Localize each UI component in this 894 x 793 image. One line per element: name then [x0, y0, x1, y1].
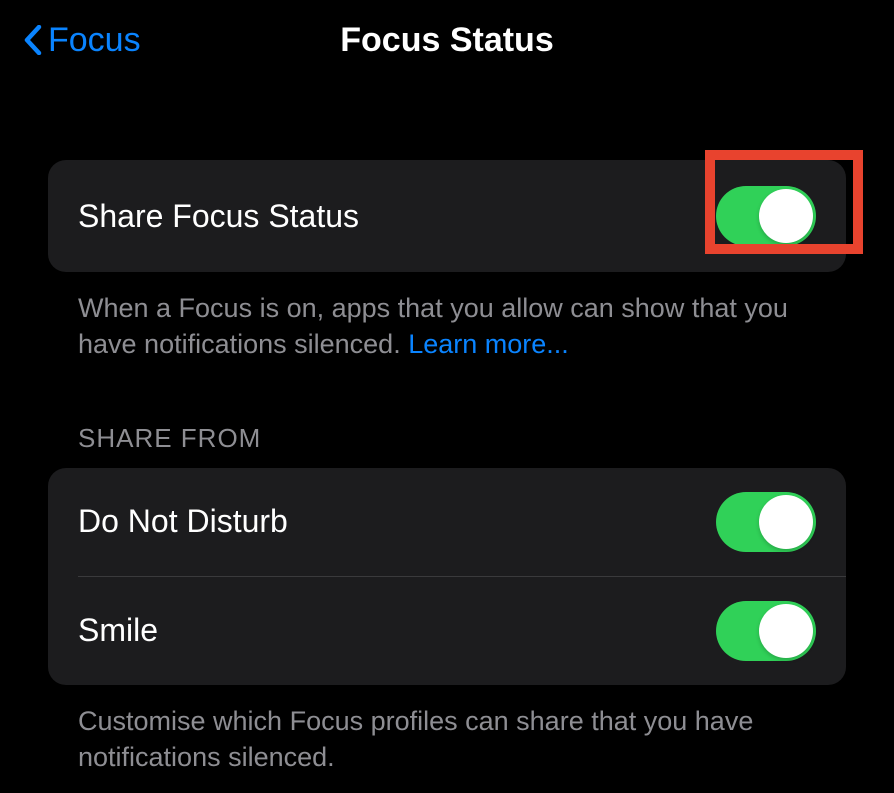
list-item-label: Do Not Disturb [78, 503, 288, 540]
dnd-toggle[interactable] [716, 492, 816, 552]
share-focus-footer: When a Focus is on, apps that you allow … [48, 272, 846, 363]
nav-bar: Focus Focus Status [0, 0, 894, 80]
toggle-knob [759, 189, 813, 243]
share-from-list: Do Not Disturb Smile [48, 468, 846, 685]
share-focus-section: Share Focus Status [48, 160, 846, 272]
toggle-knob [759, 604, 813, 658]
share-from-footer: Customise which Focus profiles can share… [48, 685, 846, 776]
list-item-label: Smile [78, 612, 158, 649]
content-area: Share Focus Status When a Focus is on, a… [0, 80, 894, 776]
back-button[interactable]: Focus [24, 21, 141, 60]
page-title: Focus Status [340, 21, 553, 60]
smile-toggle[interactable] [716, 601, 816, 661]
chevron-left-icon [24, 25, 42, 55]
back-label: Focus [48, 21, 141, 60]
learn-more-link[interactable]: Learn more... [408, 329, 569, 359]
share-focus-toggle[interactable] [716, 186, 816, 246]
toggle-knob [759, 495, 813, 549]
list-item-smile: Smile [48, 577, 846, 685]
share-from-header: SHARE FROM [48, 363, 846, 468]
list-item-dnd: Do Not Disturb [48, 468, 846, 576]
share-focus-label: Share Focus Status [78, 198, 359, 235]
share-focus-row: Share Focus Status [48, 160, 846, 272]
